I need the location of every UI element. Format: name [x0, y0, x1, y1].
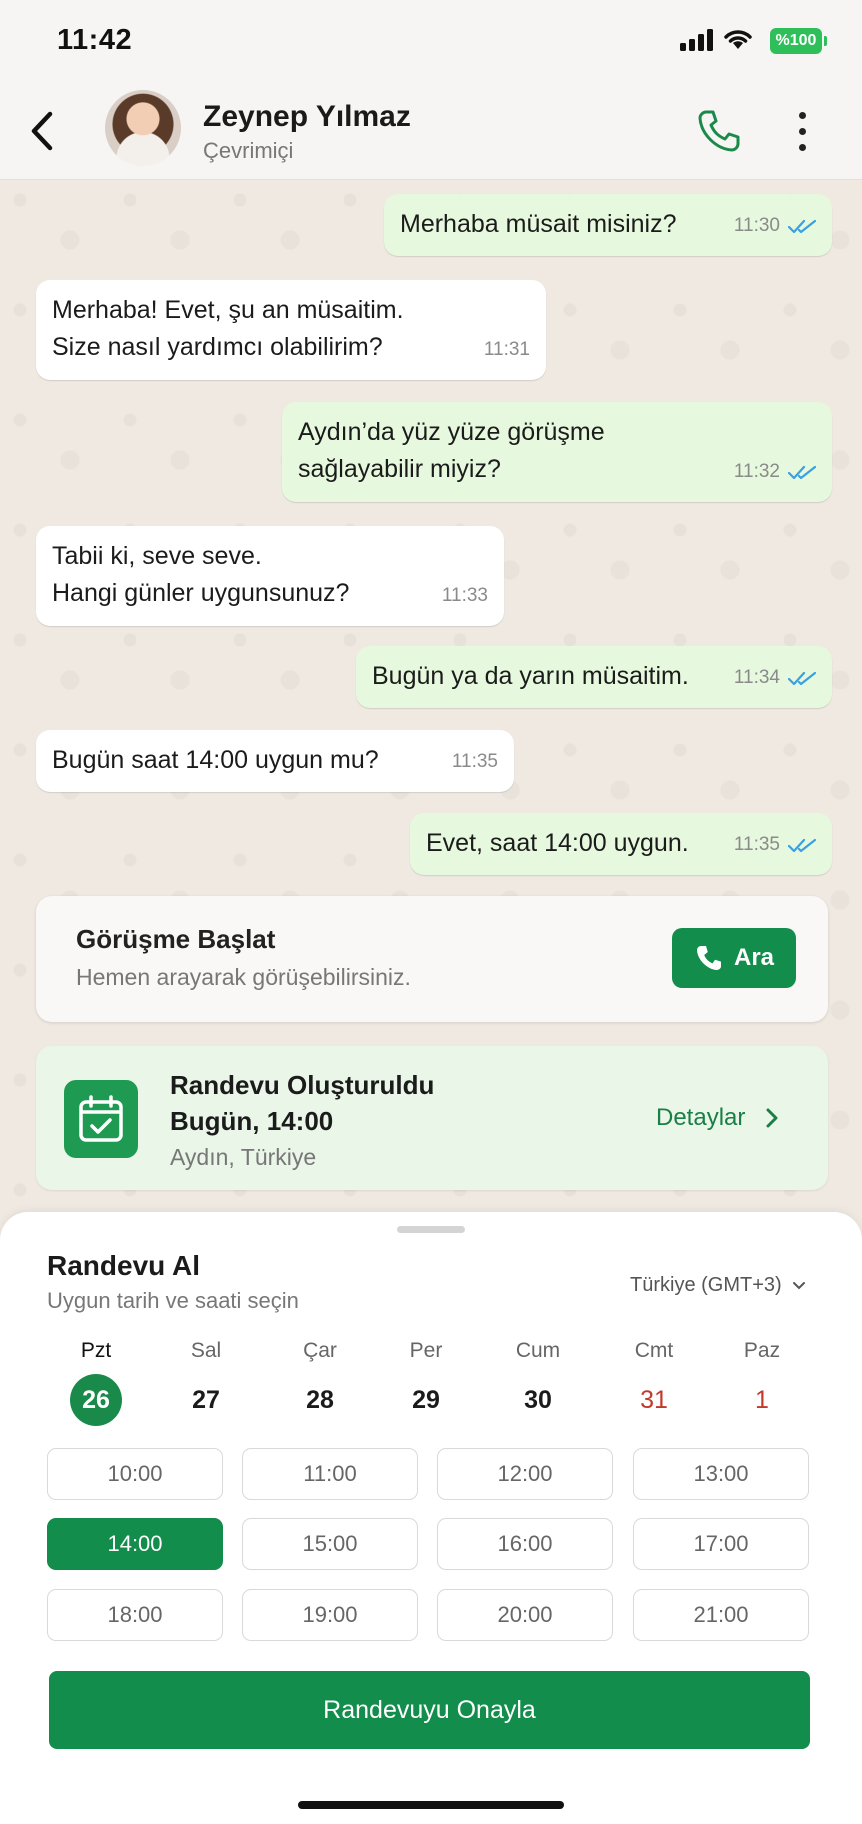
status-time: 11:42 [57, 24, 133, 56]
day-name: Cmt [634, 1339, 674, 1362]
message-bubble[interactable]: Merhaba! Evet, şu an müsaitim. Size nası… [36, 280, 546, 380]
battery-icon: %100 [770, 28, 827, 54]
time-slot[interactable]: 16:00 [437, 1518, 613, 1570]
day-name: Pzt [80, 1339, 112, 1362]
message-meta: 11:34 [734, 659, 816, 696]
details-link-label: Detaylar [656, 1104, 746, 1131]
timezone-select[interactable]: Türkiye (GMT+3) [630, 1274, 806, 1297]
back-arrow-icon[interactable] [22, 106, 62, 156]
message-text: Size nasıl yardımcı olabilirim? [52, 333, 383, 361]
time-slot[interactable]: 19:00 [242, 1589, 418, 1641]
time-slot[interactable]: 21:00 [633, 1589, 809, 1641]
details-link[interactable]: Detaylar [656, 1104, 779, 1132]
time-slot[interactable]: 17:00 [633, 1518, 809, 1570]
message-time: 11:35 [733, 834, 780, 855]
booking-subtitle: Uygun tarih ve saati seçin [47, 1288, 299, 1313]
call-card-subtitle: Hemen arayarak görüşebilirsiniz. [76, 964, 411, 990]
read-ticks-icon [788, 465, 816, 479]
start-call-card: Görüşme Başlat Hemen arayarak görüşebili… [36, 896, 828, 1022]
appointment-location: Aydın, Türkiye [170, 1144, 317, 1170]
message-text: Bugün saat 14:00 uygun mu? [52, 746, 379, 774]
day-number: 31 [640, 1386, 668, 1414]
message-time: 11:30 [733, 215, 780, 236]
call-button[interactable]: Ara [672, 928, 796, 988]
message-time: 11:32 [733, 461, 780, 482]
timezone-label: Türkiye (GMT+3) [630, 1274, 782, 1296]
time-slot[interactable]: 12:00 [437, 1448, 613, 1500]
day-number: 29 [412, 1386, 440, 1414]
confirm-appointment-button[interactable]: Randevuyu Onayla [49, 1671, 810, 1749]
message-bubble[interactable]: Bugün ya da yarın müsaitim. 11:34 [356, 646, 832, 708]
message-bubble[interactable]: Aydın’da yüz yüze görüşme sağlayabilir m… [282, 402, 832, 502]
message-text: Merhaba! Evet, şu an müsaitim. [52, 296, 404, 324]
message-meta: 11:35 [452, 743, 498, 780]
message-text: Aydın’da yüz yüze görüşme [298, 418, 605, 446]
day-item[interactable]: Per 29 [386, 1336, 466, 1426]
status-bar: 11:42 %100 [0, 0, 862, 82]
call-card-title: Görüşme Başlat [76, 924, 276, 954]
wifi-icon [724, 30, 752, 49]
day-number: 27 [192, 1386, 220, 1414]
message-meta: 11:32 [734, 453, 816, 490]
phone-icon [696, 946, 721, 970]
day-name: Cum [515, 1339, 561, 1362]
day-item[interactable]: Cmt 31 [614, 1336, 694, 1426]
read-ticks-icon [788, 219, 816, 233]
message-time: 11:34 [733, 667, 780, 688]
message-time: 11:35 [451, 751, 498, 772]
day-item[interactable]: Cum 30 [498, 1336, 578, 1426]
chevron-down-icon [792, 1281, 805, 1289]
chat-header: Zeynep Yılmaz Çevrimiçi [0, 82, 862, 180]
message-bubble[interactable]: Tabii ki, seve seve. Hangi günler uyguns… [36, 526, 504, 626]
day-number: 26 [70, 1374, 122, 1426]
message-meta: 11:31 [484, 331, 530, 368]
day-name: Paz [743, 1339, 781, 1362]
day-item[interactable]: Pzt 26 [56, 1336, 136, 1426]
chevron-right-icon [766, 1108, 778, 1128]
day-item[interactable]: Paz 1 [722, 1336, 802, 1426]
message-time: 11:31 [483, 339, 530, 360]
day-number: 1 [755, 1386, 769, 1414]
message-text: Tabii ki, seve seve. [52, 542, 262, 570]
call-button-label: Ara [733, 944, 775, 971]
home-indicator [298, 1801, 564, 1809]
contact-name[interactable]: Zeynep Yılmaz [203, 100, 411, 134]
day-number: 30 [524, 1386, 552, 1414]
message-bubble[interactable]: Bugün saat 14:00 uygun mu? 11:35 [36, 730, 514, 792]
day-number: 28 [306, 1386, 334, 1414]
day-name: Per [409, 1339, 443, 1362]
message-meta: 11:30 [734, 207, 816, 244]
time-slot[interactable]: 18:00 [47, 1589, 223, 1641]
time-slot[interactable]: 10:00 [47, 1448, 223, 1500]
time-slot[interactable]: 15:00 [242, 1518, 418, 1570]
message-meta: 11:35 [734, 826, 816, 863]
message-text: Hangi günler uygunsunuz? [52, 579, 350, 607]
read-ticks-icon [788, 838, 816, 852]
signal-icon [680, 29, 714, 51]
time-slot[interactable]: 20:00 [437, 1589, 613, 1641]
appointment-title: Randevu Oluşturuldu [170, 1070, 435, 1100]
phone-icon[interactable] [694, 106, 744, 156]
message-time: 11:33 [441, 585, 488, 606]
message-bubble[interactable]: Evet, saat 14:00 uygun. 11:35 [410, 813, 832, 875]
day-item[interactable]: Sal 27 [166, 1336, 246, 1426]
appointment-time: Bugün, 14:00 [170, 1106, 334, 1136]
time-slot-selected[interactable]: 14:00 [47, 1518, 223, 1570]
read-ticks-icon [788, 671, 816, 685]
avatar[interactable] [105, 90, 181, 166]
message-meta: 11:33 [442, 577, 488, 614]
booking-sheet: Randevu Al Uygun tarih ve saati seçin Tü… [0, 1212, 862, 1824]
day-name: Sal [190, 1339, 222, 1362]
sheet-drag-handle[interactable] [397, 1226, 465, 1233]
time-slot[interactable]: 11:00 [242, 1448, 418, 1500]
calendar-check-icon [64, 1080, 138, 1158]
appointment-card[interactable]: Randevu Oluşturuldu Bugün, 14:00 Aydın, … [36, 1046, 828, 1190]
time-slot[interactable]: 13:00 [633, 1448, 809, 1500]
booking-title: Randevu Al [47, 1250, 200, 1281]
contact-status: Çevrimiçi [203, 138, 294, 163]
message-bubble[interactable]: Merhaba müsait misiniz? 11:30 [384, 194, 832, 256]
more-options-icon[interactable] [784, 110, 820, 154]
day-name: Çar [303, 1339, 337, 1362]
day-item[interactable]: Çar 28 [280, 1336, 360, 1426]
